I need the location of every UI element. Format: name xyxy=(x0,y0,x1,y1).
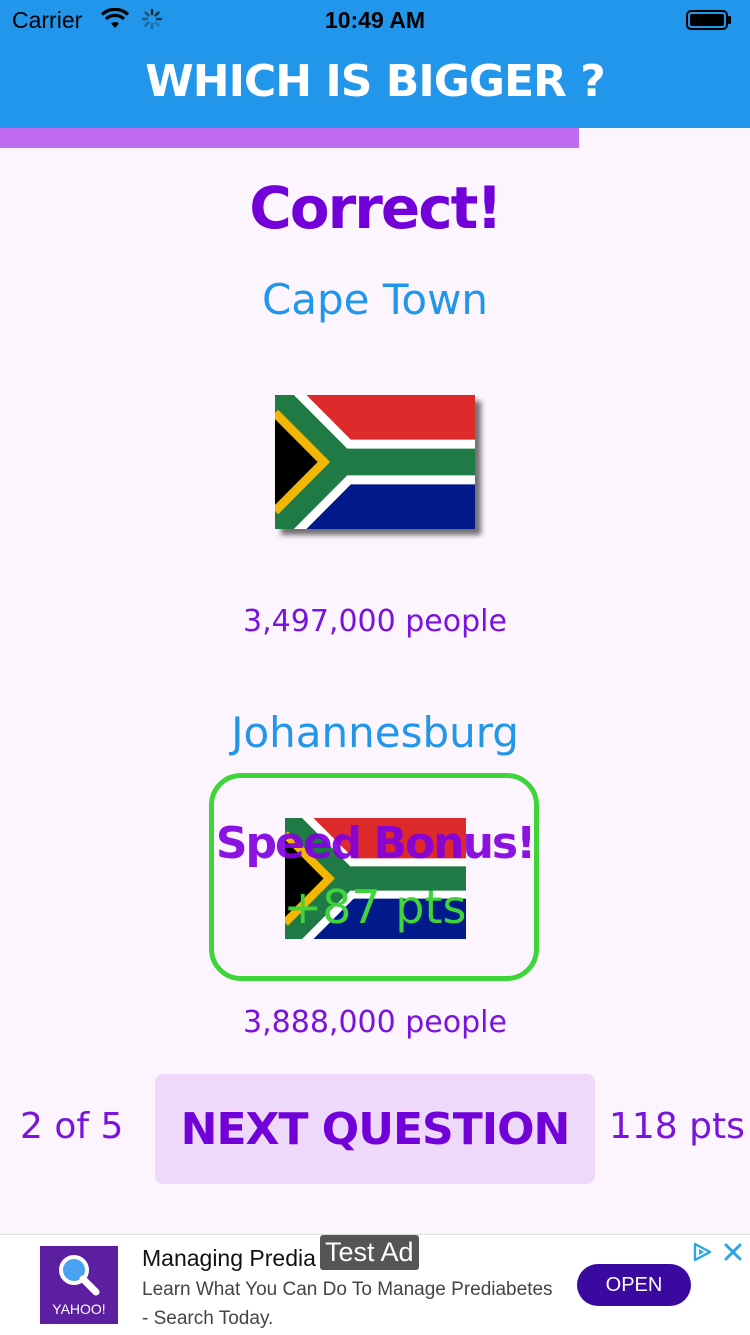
app-header: Carrier 10:49 AM WHICH IS BIGGER ? xyxy=(0,0,750,128)
ad-open-button[interactable]: OPEN xyxy=(577,1264,691,1306)
ad-banner[interactable]: YAHOO! Managing Predia Learn What You Ca… xyxy=(0,1234,750,1335)
ad-headline[interactable]: Managing Predia xyxy=(142,1245,316,1272)
speed-bonus-title: Speed Bonus! xyxy=(215,818,536,869)
status-bar: Carrier 10:49 AM xyxy=(0,0,750,40)
option-a-population: 3,497,000 people xyxy=(243,604,507,639)
ad-body[interactable]: Learn What You Can Do To Manage Prediabe… xyxy=(142,1275,562,1333)
option-b-city-name: Johannesburg xyxy=(231,708,519,757)
next-question-button[interactable]: NEXT QUESTION xyxy=(155,1074,595,1184)
ad-logo: YAHOO! xyxy=(40,1246,118,1324)
option-a-city-name: Cape Town xyxy=(261,275,489,324)
quiz-progress-fill xyxy=(0,128,579,148)
speed-bonus-points: +87 pts xyxy=(283,880,467,934)
question-counter: 2 of 5 xyxy=(20,1106,124,1147)
battery-icon xyxy=(686,10,731,30)
option-b-population: 3,888,000 people xyxy=(243,1005,507,1040)
app-title: WHICH IS BIGGER ? xyxy=(145,56,605,107)
test-ad-label: Test Ad xyxy=(320,1235,419,1270)
south-africa-flag-icon xyxy=(275,395,475,529)
status-time: 10:49 AM xyxy=(324,7,426,33)
close-icon[interactable] xyxy=(722,1241,744,1263)
quiz-progress-bar xyxy=(0,128,750,148)
search-icon xyxy=(59,1255,100,1296)
result-message: Correct! xyxy=(249,174,503,242)
ad-logo-text: YAHOO! xyxy=(52,1301,106,1317)
adchoices-icon[interactable] xyxy=(691,1241,713,1263)
option-a-button[interactable] xyxy=(275,395,475,529)
score-display: 118 pts xyxy=(609,1106,745,1147)
